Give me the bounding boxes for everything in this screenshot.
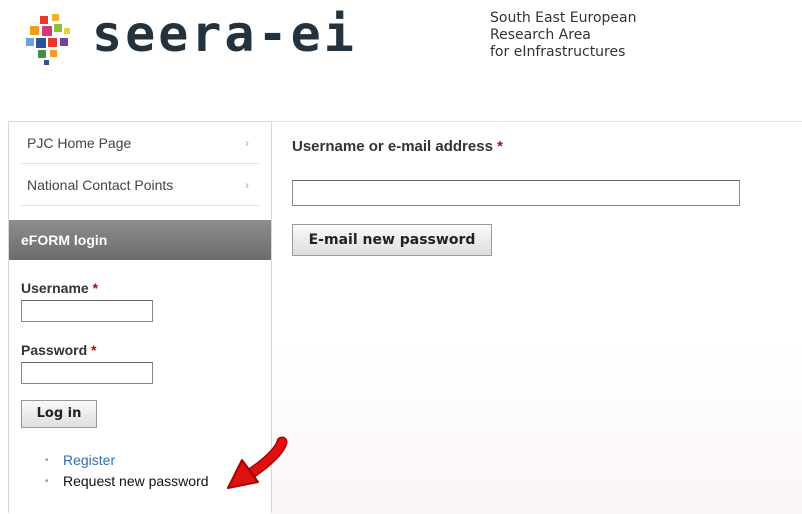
- tagline-line: South East European: [490, 10, 637, 26]
- logo-wordmark[interactable]: seera-ei: [92, 2, 357, 66]
- chevron-right-icon: ›: [245, 136, 249, 150]
- content-background: [272, 344, 802, 514]
- logo-mosaic-icon[interactable]: [22, 10, 82, 66]
- sidebar-item-pjc-home-page[interactable]: PJC Home Page ›: [21, 122, 259, 164]
- site-header: seera-ei South East European Research Ar…: [0, 0, 802, 100]
- required-marker: *: [92, 280, 99, 296]
- username-or-email-label-text: Username or e-mail address: [292, 138, 493, 155]
- password-input[interactable]: [21, 362, 153, 384]
- required-marker: *: [91, 342, 97, 358]
- password-label-text: Password: [21, 342, 88, 358]
- required-marker: *: [497, 138, 503, 155]
- login-button[interactable]: Log in: [21, 400, 97, 428]
- sidebar-item-label: PJC Home Page: [27, 135, 132, 151]
- username-or-email-input[interactable]: [292, 180, 740, 206]
- main-content: Username or e-mail address * E-mail new …: [272, 121, 802, 514]
- username-or-email-label: Username or e-mail address *: [292, 138, 503, 155]
- tagline-line: for eInfrastructures: [490, 44, 626, 60]
- sidebar-item-label: National Contact Points: [27, 177, 174, 193]
- username-label-text: Username: [21, 280, 89, 296]
- request-new-password-link[interactable]: Request new password: [63, 473, 209, 489]
- username-label: Username *: [21, 280, 259, 296]
- password-label: Password *: [21, 342, 259, 358]
- register-link[interactable]: Register: [63, 452, 115, 468]
- tagline-line: Research Area: [490, 27, 591, 43]
- sidebar-item-national-contact-points[interactable]: National Contact Points ›: [21, 164, 259, 206]
- email-new-password-button[interactable]: E-mail new password: [292, 224, 492, 256]
- username-input[interactable]: [21, 300, 153, 322]
- login-block-title: eFORM login: [9, 220, 271, 260]
- site-tagline: South East European Research Area for eI…: [490, 10, 636, 61]
- annotation-arrow-icon: [227, 436, 288, 489]
- chevron-right-icon: ›: [245, 178, 249, 192]
